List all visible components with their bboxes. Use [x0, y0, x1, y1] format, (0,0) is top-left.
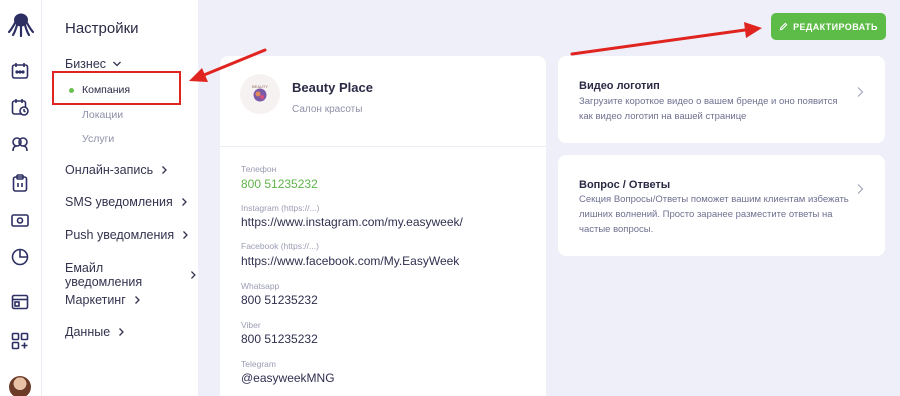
- sidebar-item-online-booking[interactable]: Онлайн-запись: [65, 163, 169, 177]
- logo-text: BEAUTY: [252, 84, 268, 89]
- telegram-label: Telegram: [241, 359, 276, 369]
- annotation-arrowhead-right: [744, 22, 762, 38]
- video-logo-card[interactable]: Видео логотип Загрузите короткое видео о…: [558, 56, 885, 143]
- sidebar-item-email[interactable]: Емайл уведомления: [65, 261, 198, 289]
- telegram-value[interactable]: @easyweekMNG: [241, 371, 335, 385]
- facebook-value[interactable]: https://www.facebook.com/My.EasyWeek: [241, 254, 459, 268]
- divider: [220, 146, 546, 147]
- window-icon[interactable]: [10, 292, 30, 312]
- sidebar-item-marketing[interactable]: Маркетинг: [65, 293, 142, 307]
- calendar-clock-icon[interactable]: [10, 97, 30, 117]
- edit-button[interactable]: РЕДАКТИРОВАТЬ: [771, 13, 886, 40]
- calendar-icon[interactable]: [10, 61, 30, 81]
- clients-icon[interactable]: [10, 134, 30, 154]
- video-logo-title: Видео логотип: [579, 80, 660, 92]
- octopus-logo-icon[interactable]: [7, 10, 35, 38]
- sidebar-item-label: Бизнес: [65, 57, 107, 71]
- instagram-value[interactable]: https://www.instagram.com/my.easyweek/: [241, 215, 463, 229]
- apps-grid-icon[interactable]: [10, 331, 30, 351]
- sidebar-item-label: Емайл уведомления: [65, 261, 143, 289]
- cash-icon[interactable]: [10, 210, 30, 230]
- sidebar-item-label: Данные: [65, 325, 111, 339]
- pie-chart-icon[interactable]: [10, 247, 30, 267]
- sidebar-item-label: Онлайн-запись: [65, 163, 154, 177]
- sidebar-item-data[interactable]: Данные: [65, 325, 126, 339]
- sidebar-subitem-services[interactable]: Услуги: [82, 133, 114, 145]
- phone-value[interactable]: 800 51235232: [241, 177, 318, 191]
- icon-rail: [0, 0, 42, 396]
- company-logo[interactable]: BEAUTY: [240, 74, 280, 114]
- user-avatar[interactable]: [9, 376, 31, 396]
- chevron-down-icon: [113, 61, 121, 67]
- chevron-right-icon: [183, 231, 189, 239]
- company-subtitle: Салон красоты: [292, 104, 363, 115]
- phone-label: Телефон: [241, 164, 277, 174]
- sidebar-subitem-locations[interactable]: Локации: [82, 109, 123, 121]
- faq-title: Вопрос / Ответы: [579, 179, 671, 191]
- annotation-highlight-box: [52, 71, 181, 105]
- facebook-label: Facebook (https://...): [241, 241, 319, 251]
- faq-description: Секция Вопросы/Ответы поможет вашим клие…: [579, 194, 849, 235]
- edit-button-label: РЕДАКТИРОВАТЬ: [793, 21, 878, 32]
- whatsapp-value[interactable]: 800 51235232: [241, 293, 318, 307]
- chevron-right-icon: [857, 87, 864, 97]
- company-name: Beauty Place: [292, 80, 373, 95]
- sidebar-item-label: Push уведомления: [65, 228, 175, 242]
- annotation-arrow-right: [570, 28, 747, 56]
- instagram-label: Instagram (https://...): [241, 203, 320, 213]
- chevron-right-icon: [119, 328, 125, 336]
- sidebar-item-label: SMS уведомления: [65, 195, 173, 209]
- chevron-right-icon: [162, 166, 168, 174]
- settings-sidebar: Настройки Бизнес Компания Локации Услуги…: [42, 0, 198, 396]
- chevron-right-icon: [857, 184, 864, 194]
- company-card: BEAUTY Beauty Place Салон красоты Телефо…: [220, 56, 546, 396]
- beauty-logo-icon: BEAUTY: [252, 84, 268, 102]
- sidebar-item-business[interactable]: Бизнес: [65, 57, 122, 71]
- clipboard-icon[interactable]: [10, 173, 30, 193]
- faq-card[interactable]: Вопрос / Ответы Секция Вопросы/Ответы по…: [558, 155, 885, 256]
- whatsapp-label: Whatsapp: [241, 281, 280, 291]
- chevron-right-icon: [134, 296, 140, 304]
- chevron-right-icon: [181, 198, 187, 206]
- sidebar-item-push[interactable]: Push уведомления: [65, 228, 190, 242]
- pencil-icon: [779, 22, 788, 31]
- viber-value[interactable]: 800 51235232: [241, 332, 318, 346]
- sidebar-item-label: Маркетинг: [65, 293, 126, 307]
- viber-label: Viber: [241, 320, 261, 330]
- sidebar-item-sms[interactable]: SMS уведомления: [65, 195, 189, 209]
- sidebar-title: Настройки: [65, 20, 139, 37]
- chevron-right-icon: [191, 271, 196, 279]
- video-logo-description: Загрузите короткое видео о вашем бренде …: [579, 96, 838, 122]
